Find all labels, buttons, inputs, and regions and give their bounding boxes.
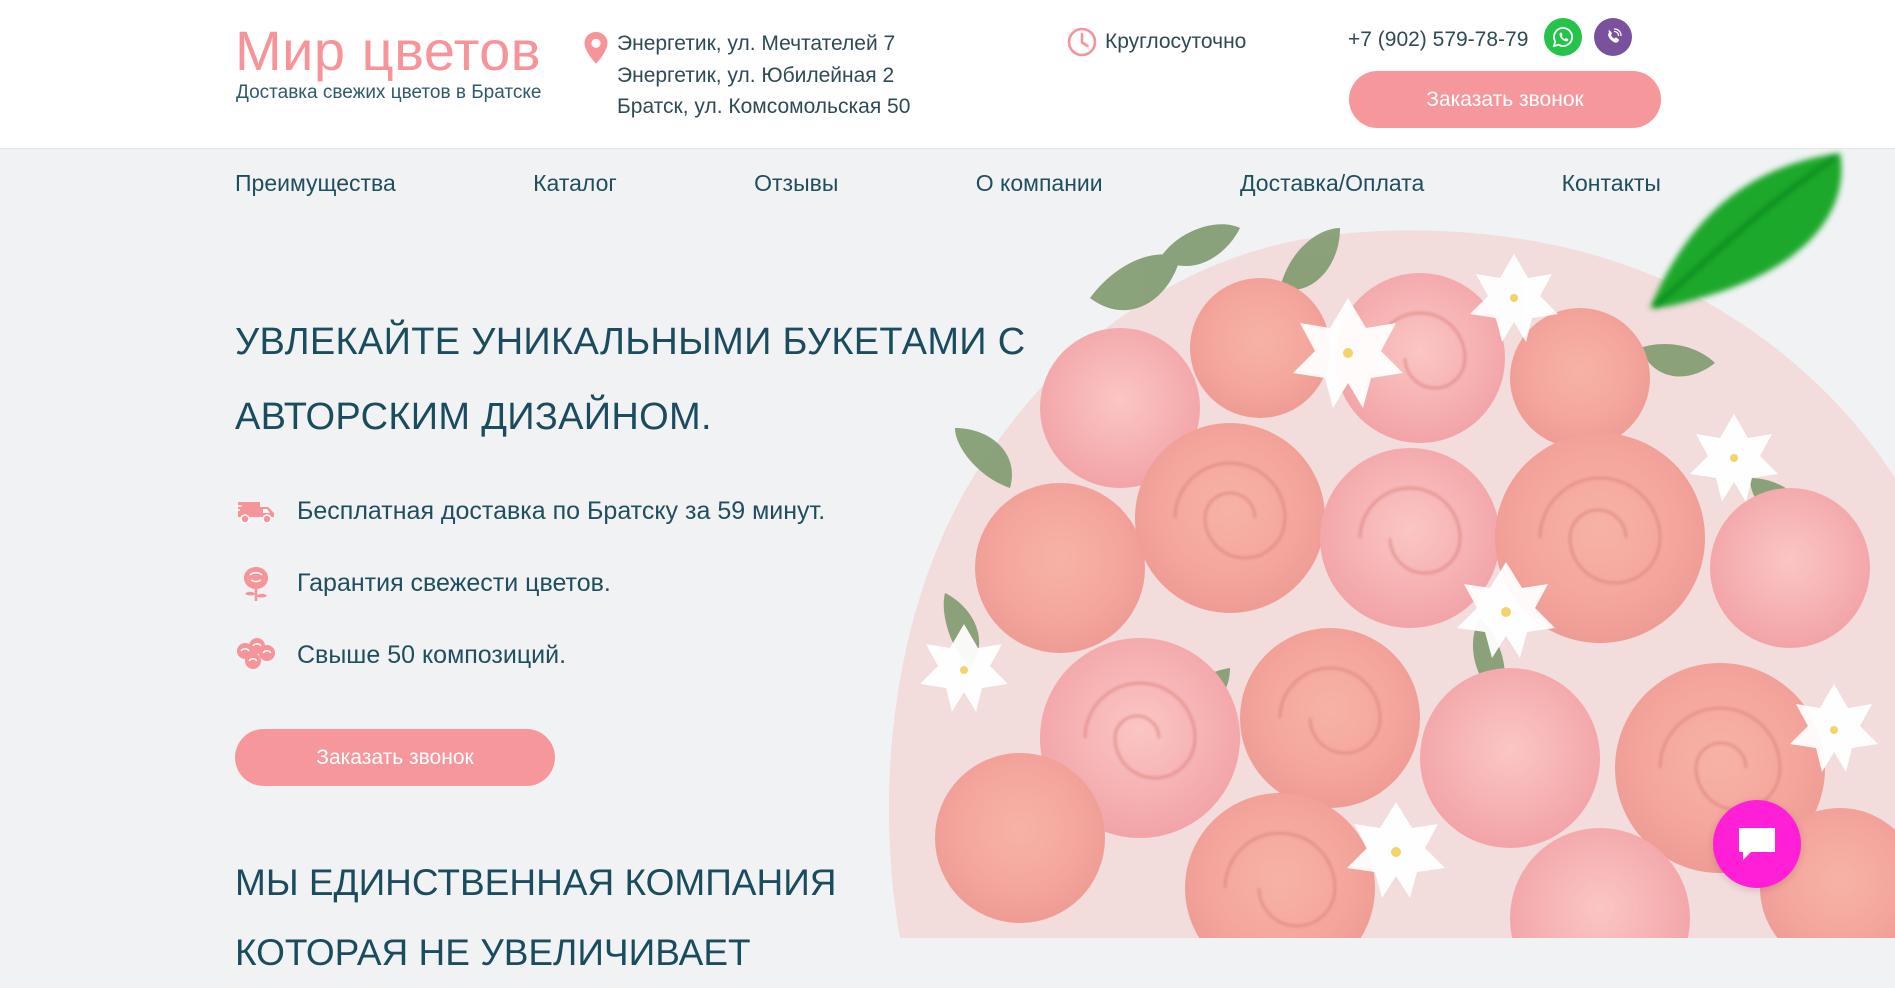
feature-text: Свыше 50 композиций. — [297, 640, 567, 669]
working-hours: Круглосуточно — [1105, 30, 1247, 53]
feature-item: Бесплатная доставка по Братску за 59 мин… — [235, 491, 825, 531]
logo-subtitle: Доставка свежих цветов в Братске — [236, 82, 542, 103]
leaf-decoration — [1650, 153, 1842, 308]
nav-item-about[interactable]: О компании — [976, 170, 1103, 200]
nav-item-delivery-payment[interactable]: Доставка/Оплата — [1240, 170, 1424, 200]
nav-item-catalog[interactable]: Каталог — [533, 170, 617, 200]
feature-item: Гарантия свежести цветов. — [235, 563, 611, 603]
address-line: Энергетик, ул. Мечтателей 7 — [617, 32, 896, 55]
address-line: Братск, ул. Комсомольская 50 — [617, 95, 911, 118]
feature-item: Свыше 50 композиций. — [235, 635, 566, 675]
nav-item-advantages[interactable]: Преимущества — [235, 170, 396, 200]
chat-bubble-icon — [1739, 828, 1775, 860]
clock-icon — [1067, 27, 1097, 57]
address-line: Энергетик, ул. Юбилейная 2 — [617, 63, 895, 87]
rose-icon — [235, 563, 277, 603]
address-list: Энергетик, ул. Мечтателей 7 Энергетик, у… — [617, 28, 910, 123]
nav-item-contacts[interactable]: Контакты — [1562, 170, 1661, 200]
truck-icon — [235, 491, 277, 531]
headline-line: КОТОРАЯ НЕ УВЕЛИЧИВАЕТ — [235, 932, 751, 973]
chat-widget-button[interactable] — [1713, 800, 1801, 888]
phone-number[interactable]: +7 (902) 579-78-79 — [1348, 28, 1528, 52]
main-navigation: Преимущества Каталог Отзывы О компании Д… — [235, 170, 1661, 200]
section-headline: МЫ ЕДИНСТВЕННАЯ КОМПАНИЯ КОТОРАЯ НЕ УВЕЛ… — [235, 848, 837, 988]
logo-title[interactable]: Мир цветов — [235, 18, 541, 83]
site-header: Мир цветов Доставка свежих цветов в Брат… — [0, 0, 1895, 149]
headline-line: АВТОРСКИМ ДИЗАЙНОМ. — [235, 396, 712, 438]
whatsapp-icon[interactable] — [1544, 18, 1582, 56]
headline-line: МЫ ЕДИНСТВЕННАЯ КОМПАНИЯ — [235, 862, 837, 903]
feature-text: Гарантия свежести цветов. — [297, 568, 611, 597]
bouquet-icon — [235, 635, 277, 675]
location-pin-icon — [584, 32, 608, 64]
hero-callback-button[interactable]: Заказать звонок — [235, 729, 555, 786]
nav-item-reviews[interactable]: Отзывы — [754, 170, 838, 200]
callback-button[interactable]: Заказать звонок — [1349, 71, 1661, 128]
feature-text: Бесплатная доставка по Братску за 59 мин… — [297, 496, 826, 525]
viber-icon[interactable] — [1594, 18, 1632, 56]
hero-headline: УВЛЕКАЙТЕ УНИКАЛЬНЫМИ БУКЕТАМИ С АВТОРСК… — [235, 305, 1026, 455]
headline-line: УВЛЕКАЙТЕ УНИКАЛЬНЫМИ БУКЕТАМИ С — [235, 321, 1026, 363]
